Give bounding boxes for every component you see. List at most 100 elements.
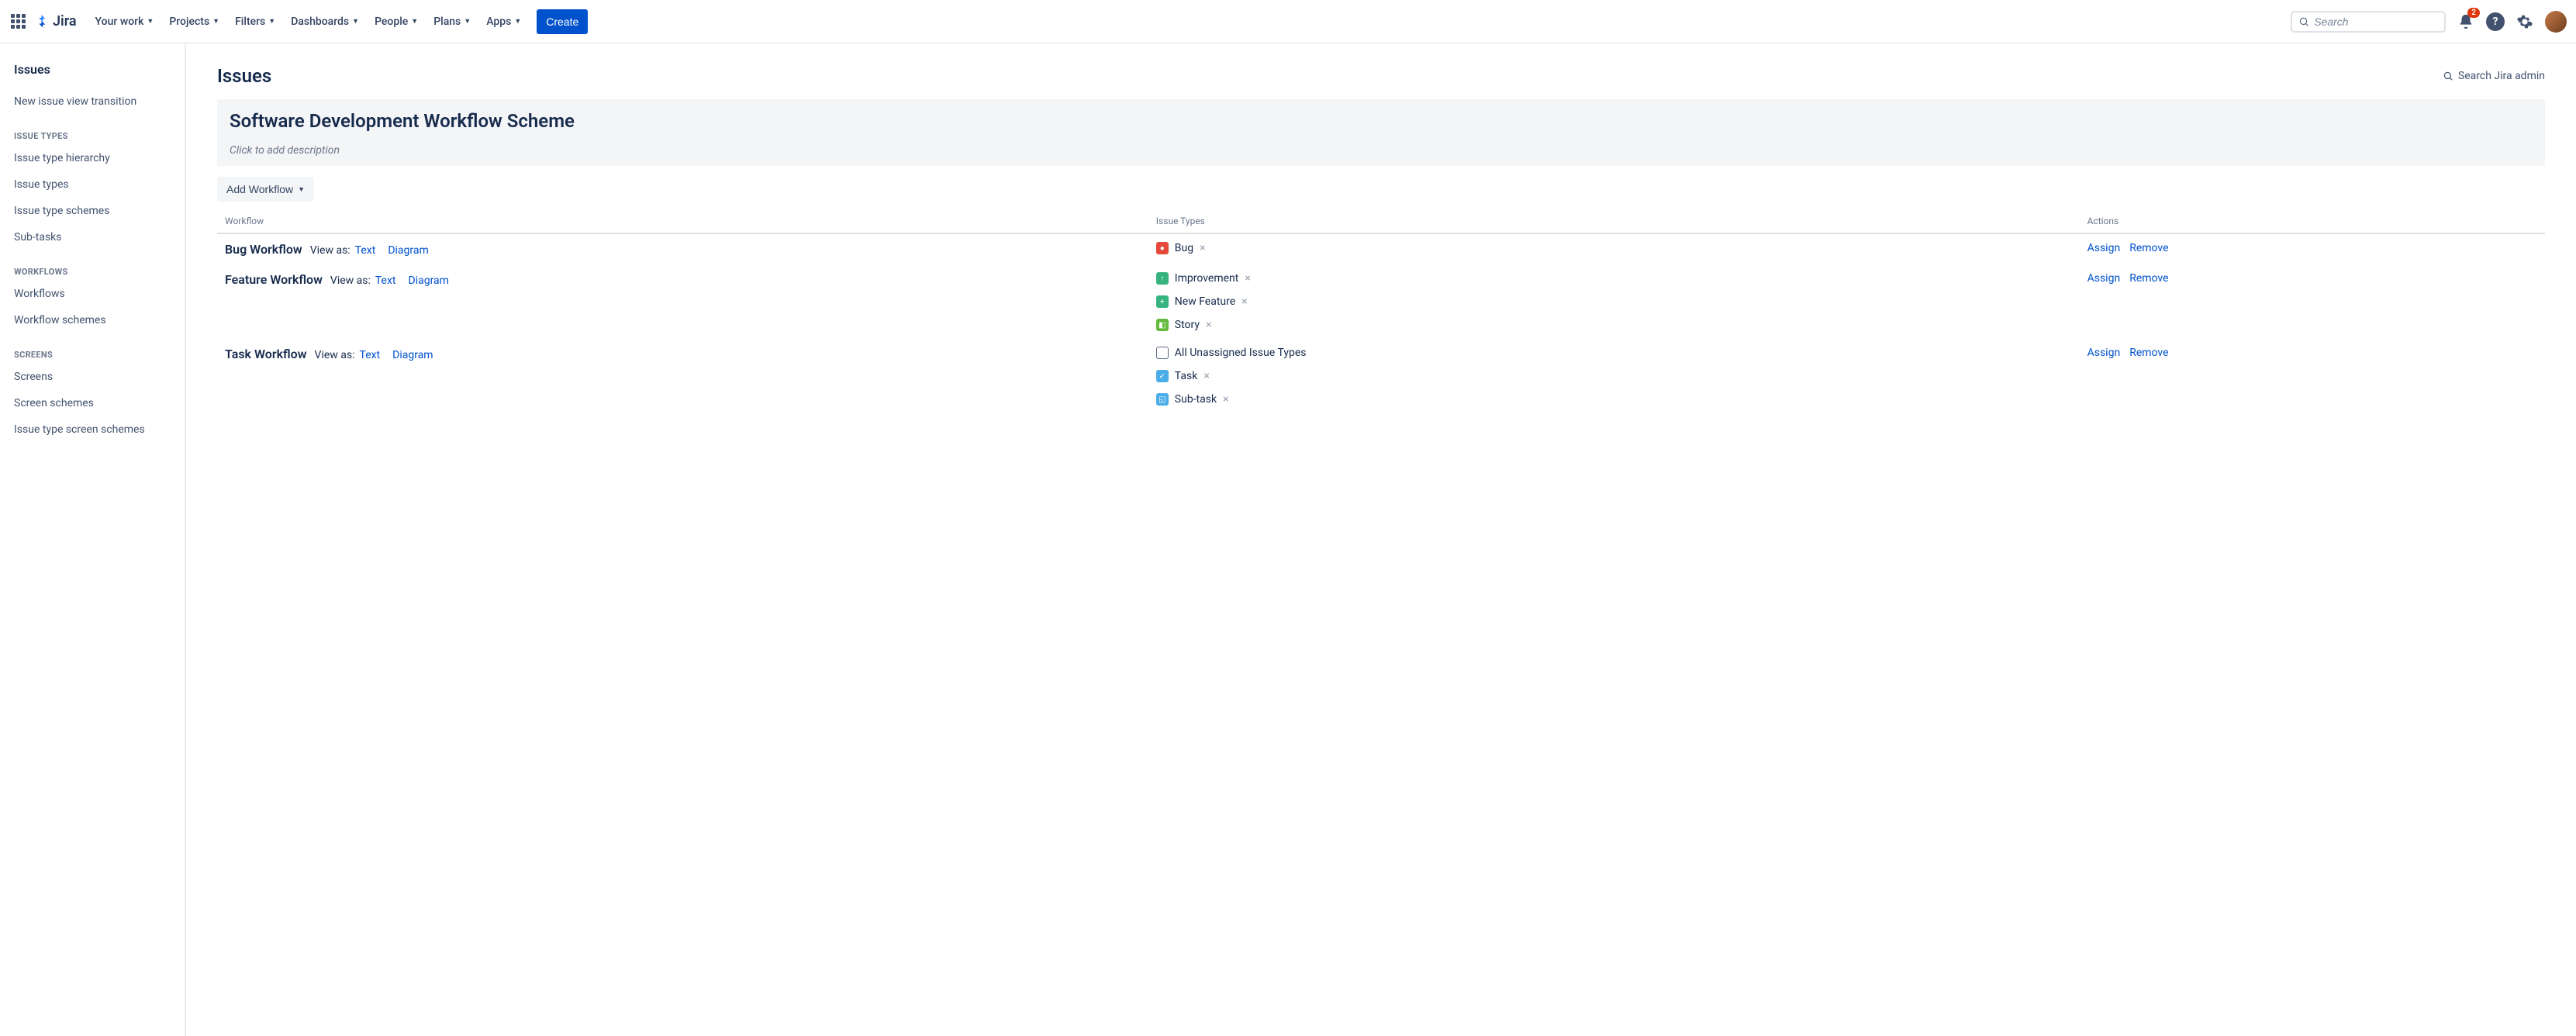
jira-logo[interactable]: Jira: [34, 13, 77, 29]
remove-issuetype-icon[interactable]: ×: [1241, 296, 1247, 307]
sidebar-item-screen-schemes[interactable]: Screen schemes: [6, 391, 178, 416]
chevron-down-icon: ▼: [268, 17, 275, 26]
chevron-down-icon: ▼: [212, 17, 219, 26]
sidebar-item-new-issue-view[interactable]: New issue view transition: [6, 89, 178, 114]
sidebar-item-issue-type-hierarchy[interactable]: Issue type hierarchy: [6, 146, 178, 171]
workflow-name: Bug Workflow: [225, 242, 302, 257]
sidebar: Issues New issue view transition ISSUE T…: [0, 43, 186, 1036]
add-workflow-button[interactable]: Add Workflow ▼: [217, 177, 314, 202]
notification-badge: 2: [2467, 8, 2480, 18]
scheme-description[interactable]: Click to add description: [217, 140, 2545, 166]
remove-issuetype-icon[interactable]: ×: [1223, 394, 1228, 405]
remove-link[interactable]: Remove: [2129, 272, 2168, 285]
remove-issuetype-icon[interactable]: ×: [1200, 243, 1205, 254]
feature-icon: +: [1156, 295, 1169, 308]
search-icon: [2298, 16, 2309, 28]
issue-type-label: New Feature: [1175, 295, 1235, 308]
issue-type-item: ◧ Story ×: [1156, 319, 2072, 331]
issue-type-label: Bug: [1175, 242, 1193, 254]
sidebar-item-issue-types[interactable]: Issue types: [6, 172, 178, 197]
nav-item-dashboards[interactable]: Dashboards▼: [285, 11, 365, 33]
view-as-label: View as:: [315, 349, 355, 361]
issue-type-label: Improvement: [1175, 272, 1239, 285]
remove-link[interactable]: Remove: [2129, 347, 2168, 359]
sidebar-item-workflow-schemes[interactable]: Workflow schemes: [6, 308, 178, 333]
nav-item-projects[interactable]: Projects▼: [163, 11, 226, 33]
page-title: Issues: [217, 65, 271, 87]
table-row: Bug Workflow View as: Text Diagram ● Bug × Assi…: [217, 233, 2545, 264]
sidebar-title: Issues: [6, 62, 178, 89]
chevron-down-icon: ▼: [147, 17, 154, 26]
issue-type-item: ● Bug ×: [1156, 242, 2072, 254]
nav-item-apps[interactable]: Apps▼: [480, 11, 527, 33]
remove-link[interactable]: Remove: [2129, 242, 2168, 254]
sidebar-item-workflows[interactable]: Workflows: [6, 281, 178, 306]
view-text-link[interactable]: Text: [360, 349, 381, 361]
view-as-label: View as:: [310, 244, 350, 257]
table-row: Feature WorkflowView as:TextDiagram↑Impr…: [217, 264, 2545, 339]
nav-item-your-work[interactable]: Your work▼: [89, 11, 161, 33]
chevron-down-icon: ▼: [514, 17, 521, 26]
nav-item-plans[interactable]: Plans▼: [427, 11, 477, 33]
create-button[interactable]: Create: [537, 9, 588, 34]
view-text-link[interactable]: Text: [375, 275, 396, 287]
sidebar-item-sub-tasks[interactable]: Sub-tasks: [6, 225, 178, 250]
top-navigation: Jira Your work▼Projects▼Filters▼Dashboar…: [0, 0, 2576, 43]
search-icon: [2443, 71, 2453, 81]
view-diagram-link[interactable]: Diagram: [409, 275, 449, 287]
issue-type-label: Sub-task: [1175, 393, 1217, 406]
chevron-down-icon: ▼: [464, 17, 471, 26]
sidebar-item-screens[interactable]: Screens: [6, 364, 178, 389]
sidebar-item-issue-type-schemes[interactable]: Issue type schemes: [6, 199, 178, 223]
jira-logo-icon: [34, 14, 50, 29]
issue-type-item: ◱ Sub-task ×: [1156, 393, 2072, 406]
sidebar-item-issue-type-screen-schemes[interactable]: Issue type screen schemes: [6, 417, 178, 442]
remove-issuetype-icon[interactable]: ×: [1203, 371, 1209, 382]
workflow-name: Feature Workflow: [225, 272, 323, 287]
scheme-header: Software Development Workflow Scheme: [217, 99, 2545, 140]
workflow-name: Task Workflow: [225, 347, 307, 361]
help-icon[interactable]: ?: [2486, 12, 2505, 31]
col-actions: Actions: [2080, 209, 2545, 233]
unassigned-icon: [1156, 347, 1169, 359]
story-icon: ◧: [1156, 319, 1169, 331]
task-icon: ✓: [1156, 370, 1169, 382]
nav-item-filters[interactable]: Filters▼: [229, 11, 281, 33]
view-diagram-link[interactable]: Diagram: [392, 349, 433, 361]
nav-item-people[interactable]: People▼: [368, 11, 424, 33]
admin-search-label: Search Jira admin: [2458, 70, 2545, 82]
remove-issuetype-icon[interactable]: ×: [1206, 319, 1211, 330]
bug-icon: ●: [1156, 242, 1169, 254]
scheme-title[interactable]: Software Development Workflow Scheme: [230, 110, 2533, 132]
remove-issuetype-icon[interactable]: ×: [1245, 273, 1250, 284]
subtask-icon: ◱: [1156, 393, 1169, 406]
sidebar-group-label: WORKFLOWS: [6, 251, 178, 281]
issue-type-item: + New Feature ×: [1156, 295, 2072, 308]
col-workflow: Workflow: [217, 209, 1148, 233]
issue-type-label: Task: [1175, 370, 1198, 382]
global-search[interactable]: [2291, 11, 2446, 33]
chevron-down-icon: ▼: [298, 185, 305, 193]
table-row: Task Workflow View as: Text Diagram All Unas…: [217, 339, 2545, 413]
issue-type-label: All Unassigned Issue Types: [1175, 347, 1307, 359]
chevron-down-icon: ▼: [411, 17, 418, 26]
improve-icon: ↑: [1156, 272, 1169, 285]
notifications-icon[interactable]: 2: [2455, 11, 2477, 33]
view-text-link[interactable]: Text: [355, 244, 376, 257]
main-content: Issues Search Jira admin Software Develo…: [186, 43, 2576, 1036]
view-diagram-link[interactable]: Diagram: [388, 244, 428, 257]
app-switcher-icon[interactable]: [9, 12, 28, 31]
sidebar-group-label: ISSUE TYPES: [6, 116, 178, 146]
settings-icon[interactable]: [2514, 11, 2536, 33]
workflow-table: Workflow Issue Types Actions Bug Workflo…: [217, 209, 2545, 413]
issue-type-item: ✓ Task ×: [1156, 370, 2072, 382]
search-input[interactable]: [2314, 16, 2438, 28]
assign-link[interactable]: Assign: [2087, 242, 2121, 254]
product-name: Jira: [53, 13, 77, 29]
admin-search[interactable]: Search Jira admin: [2443, 70, 2545, 82]
issue-type-label: Story: [1175, 319, 1200, 331]
user-avatar[interactable]: [2545, 11, 2567, 33]
assign-link[interactable]: Assign: [2087, 272, 2121, 285]
nav-items: Your work▼Projects▼Filters▼Dashboards▼Pe…: [89, 11, 528, 33]
assign-link[interactable]: Assign: [2087, 347, 2121, 359]
